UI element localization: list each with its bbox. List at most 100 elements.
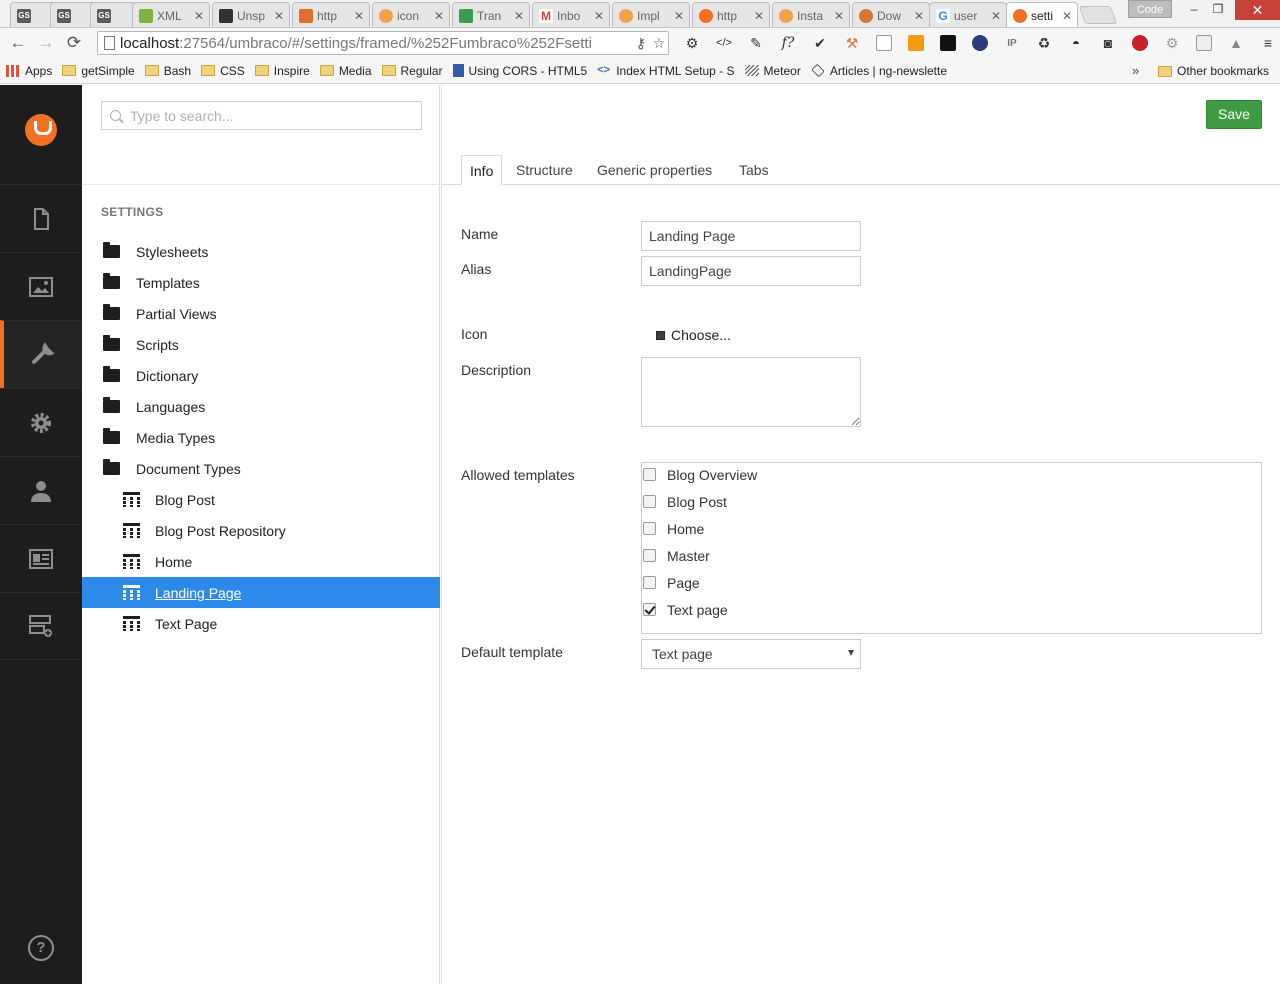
eyedropper-extension-icon[interactable]: ✎: [740, 31, 772, 55]
tree-node-media-types[interactable]: Media Types: [82, 422, 440, 453]
browser-tab[interactable]: http ✕: [692, 2, 770, 27]
window-close-icon[interactable]: ✕: [1235, 0, 1280, 20]
bookmark-other[interactable]: Other bookmarks: [1158, 58, 1269, 84]
description-field[interactable]: [641, 357, 861, 427]
section-members[interactable]: [0, 524, 82, 592]
tab-close-icon[interactable]: ✕: [673, 9, 685, 23]
bookmark-folder[interactable]: Inspire: [254, 64, 310, 78]
bookmark-folder[interactable]: CSS: [201, 64, 245, 78]
mask-extension-icon[interactable]: ◓: [1060, 31, 1092, 55]
tab-close-icon[interactable]: ✕: [433, 9, 445, 23]
template-checkbox[interactable]: [643, 576, 656, 589]
tab-close-icon[interactable]: ✕: [753, 9, 765, 23]
tree-node-dictionary[interactable]: Dictionary: [82, 360, 440, 391]
new-extension-icon[interactable]: [900, 31, 932, 55]
browser-tab[interactable]: XML ✕: [132, 2, 210, 27]
bookmark-folder[interactable]: Bash: [144, 64, 191, 78]
tab-structure[interactable]: Structure: [508, 155, 581, 185]
hammer-extension-icon[interactable]: ⚒: [836, 31, 868, 55]
minimize-icon[interactable]: –: [1182, 0, 1206, 18]
template-option[interactable]: Blog Overview: [642, 461, 757, 488]
settings-extension-icon[interactable]: ⚙: [1156, 31, 1188, 55]
tree-node-document-types[interactable]: Document Types: [82, 453, 440, 484]
browser-tab[interactable]: Dow ✕: [852, 2, 930, 27]
tree-node-stylesheets[interactable]: Stylesheets: [82, 236, 440, 267]
bookmark-apps[interactable]: Apps: [6, 64, 52, 78]
bookmarks-overflow-icon[interactable]: »: [1132, 58, 1139, 84]
template-checkbox[interactable]: [643, 468, 656, 481]
tree-node-doctype[interactable]: Text Page: [82, 608, 440, 639]
template-checkbox[interactable]: [643, 522, 656, 535]
tree-node-doctype-selected[interactable]: Landing Page: [82, 577, 440, 608]
tab-tabs[interactable]: Tabs: [731, 155, 777, 185]
tab-close-icon[interactable]: ✕: [593, 9, 605, 23]
browser-tab[interactable]: icon ✕: [372, 2, 450, 27]
browser-tab[interactable]: GS: [90, 2, 136, 27]
tab-close-icon[interactable]: ✕: [273, 9, 285, 23]
section-content[interactable]: [0, 184, 82, 252]
bookmark-link[interactable]: Using CORS - HTML5: [452, 64, 587, 78]
browser-tab[interactable]: M Inbo ✕: [532, 2, 610, 27]
tree-node-languages[interactable]: Languages: [82, 391, 440, 422]
bookmark-folder[interactable]: Regular: [381, 64, 443, 78]
template-option[interactable]: Page: [642, 569, 700, 596]
restore-icon[interactable]: ❐: [1206, 0, 1230, 18]
help-icon[interactable]: ?: [28, 935, 54, 961]
bookmark-link[interactable]: Articles | ng-newslette: [811, 64, 947, 78]
tree-node-scripts[interactable]: Scripts: [82, 329, 440, 360]
bookmark-folder[interactable]: Media: [319, 64, 372, 78]
drive-extension-icon[interactable]: ▲: [1220, 31, 1252, 55]
tab-generic-properties[interactable]: Generic properties: [589, 155, 720, 185]
search-input[interactable]: [130, 107, 410, 124]
bookmark-folder[interactable]: getSimple: [62, 64, 135, 78]
window-user-badge[interactable]: Code: [1128, 0, 1172, 18]
page-extension-icon[interactable]: [1188, 31, 1220, 55]
gear-extension-icon[interactable]: ⚙: [676, 31, 708, 55]
section-users[interactable]: [0, 456, 82, 524]
default-template-select[interactable]: Text page: [641, 639, 861, 669]
tab-info[interactable]: Info: [461, 155, 503, 186]
tree-node-doctype[interactable]: Home: [82, 546, 440, 577]
template-checkbox-checked[interactable]: [643, 603, 656, 616]
browser-tab[interactable]: Unsp ✕: [212, 2, 290, 27]
bookmark-link[interactable]: <> Index HTML Setup - S: [597, 64, 734, 78]
section-media[interactable]: [0, 252, 82, 320]
name-field[interactable]: [641, 221, 861, 251]
address-bar[interactable]: localhost:27564/umbraco/#/settings/frame…: [97, 31, 669, 55]
menu-icon[interactable]: ≡: [1252, 31, 1280, 55]
tree-search[interactable]: [101, 101, 422, 130]
pinterest-extension-icon[interactable]: [1124, 31, 1156, 55]
section-settings[interactable]: [0, 320, 82, 388]
back-icon[interactable]: ←: [4, 29, 32, 57]
tab-close-icon[interactable]: ✕: [353, 9, 365, 23]
tab-close-icon[interactable]: ✕: [193, 9, 205, 23]
browser-tab-active[interactable]: setti ✕: [1006, 2, 1078, 27]
browser-tab[interactable]: Tran ✕: [452, 2, 530, 27]
save-button[interactable]: Save: [1206, 100, 1262, 129]
bookmark-link[interactable]: Meteor: [744, 64, 801, 78]
browser-tab[interactable]: Insta ✕: [772, 2, 850, 27]
template-option[interactable]: Home: [642, 515, 704, 542]
window-extension-icon[interactable]: [868, 31, 900, 55]
tree-node-partial-views[interactable]: Partial Views: [82, 298, 440, 329]
umbraco-logo-icon[interactable]: [25, 114, 57, 146]
speed-extension-icon[interactable]: [964, 31, 996, 55]
recycle-extension-icon[interactable]: ♻: [1028, 31, 1060, 55]
reload-icon[interactable]: ⟳: [60, 29, 88, 57]
template-option[interactable]: Master: [642, 542, 710, 569]
template-option[interactable]: Blog Post: [642, 488, 727, 515]
tree-node-templates[interactable]: Templates: [82, 267, 440, 298]
tab-close-icon[interactable]: ✕: [833, 9, 845, 23]
check-extension-icon[interactable]: ✔: [804, 31, 836, 55]
tab-close-icon[interactable]: ✕: [1061, 9, 1073, 23]
template-checkbox[interactable]: [643, 549, 656, 562]
icon-picker[interactable]: Choose...: [656, 327, 731, 343]
browser-tab[interactable]: http ✕: [292, 2, 370, 27]
star-icon[interactable]: ☆: [650, 35, 668, 52]
tree-node-doctype[interactable]: Blog Post Repository: [82, 515, 440, 546]
section-forms[interactable]: [0, 592, 82, 660]
v-extension-icon[interactable]: [932, 31, 964, 55]
section-developer[interactable]: [0, 388, 82, 456]
new-tab-button[interactable]: [1078, 6, 1118, 24]
ip-extension-icon[interactable]: IP: [996, 31, 1028, 55]
